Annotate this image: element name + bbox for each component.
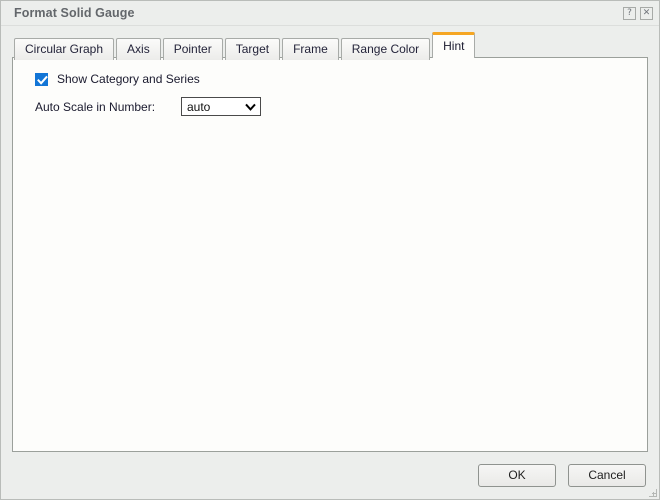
show-category-and-series-row: Show Category and Series xyxy=(25,70,635,88)
dialog-title: Format Solid Gauge xyxy=(14,6,135,20)
hint-tab-panel: Show Category and Series Auto Scale in N… xyxy=(12,57,648,452)
tab-frame[interactable]: Frame xyxy=(282,38,339,60)
titlebar-button-group: ? ✕ xyxy=(623,6,653,20)
auto-scale-in-number-value: auto xyxy=(187,99,211,114)
dialog-footer: OK Cancel xyxy=(1,452,659,499)
auto-scale-in-number-label: Auto Scale in Number: xyxy=(35,99,156,114)
tab-pointer[interactable]: Pointer xyxy=(162,38,223,60)
tab-hint[interactable]: Hint xyxy=(432,32,476,58)
tab-strip: Circular Graph Axis Pointer Target Frame… xyxy=(12,32,648,60)
cancel-button[interactable]: Cancel xyxy=(568,464,646,487)
format-solid-gauge-dialog: Format Solid Gauge ? ✕ Circular Graph Ax… xyxy=(0,0,660,500)
ok-button[interactable]: OK xyxy=(478,464,556,487)
close-icon[interactable]: ✕ xyxy=(640,6,653,20)
tab-circular-graph[interactable]: Circular Graph xyxy=(14,38,115,60)
resize-grip[interactable] xyxy=(647,487,657,497)
tab-target[interactable]: Target xyxy=(224,38,281,60)
show-category-and-series-label: Show Category and Series xyxy=(57,72,200,86)
chevron-down-icon xyxy=(245,101,256,112)
auto-scale-in-number-row: Auto Scale in Number: auto xyxy=(25,97,635,116)
show-category-and-series-checkbox[interactable] xyxy=(35,72,48,86)
auto-scale-in-number-select[interactable]: auto xyxy=(181,97,261,116)
tab-range-color[interactable]: Range Color xyxy=(340,38,431,60)
checkmark-icon xyxy=(37,75,48,85)
dialog-body: Circular Graph Axis Pointer Target Frame… xyxy=(1,26,659,452)
help-icon[interactable]: ? xyxy=(623,6,636,20)
tab-axis[interactable]: Axis xyxy=(116,38,161,60)
title-bar: Format Solid Gauge ? ✕ xyxy=(1,1,659,26)
